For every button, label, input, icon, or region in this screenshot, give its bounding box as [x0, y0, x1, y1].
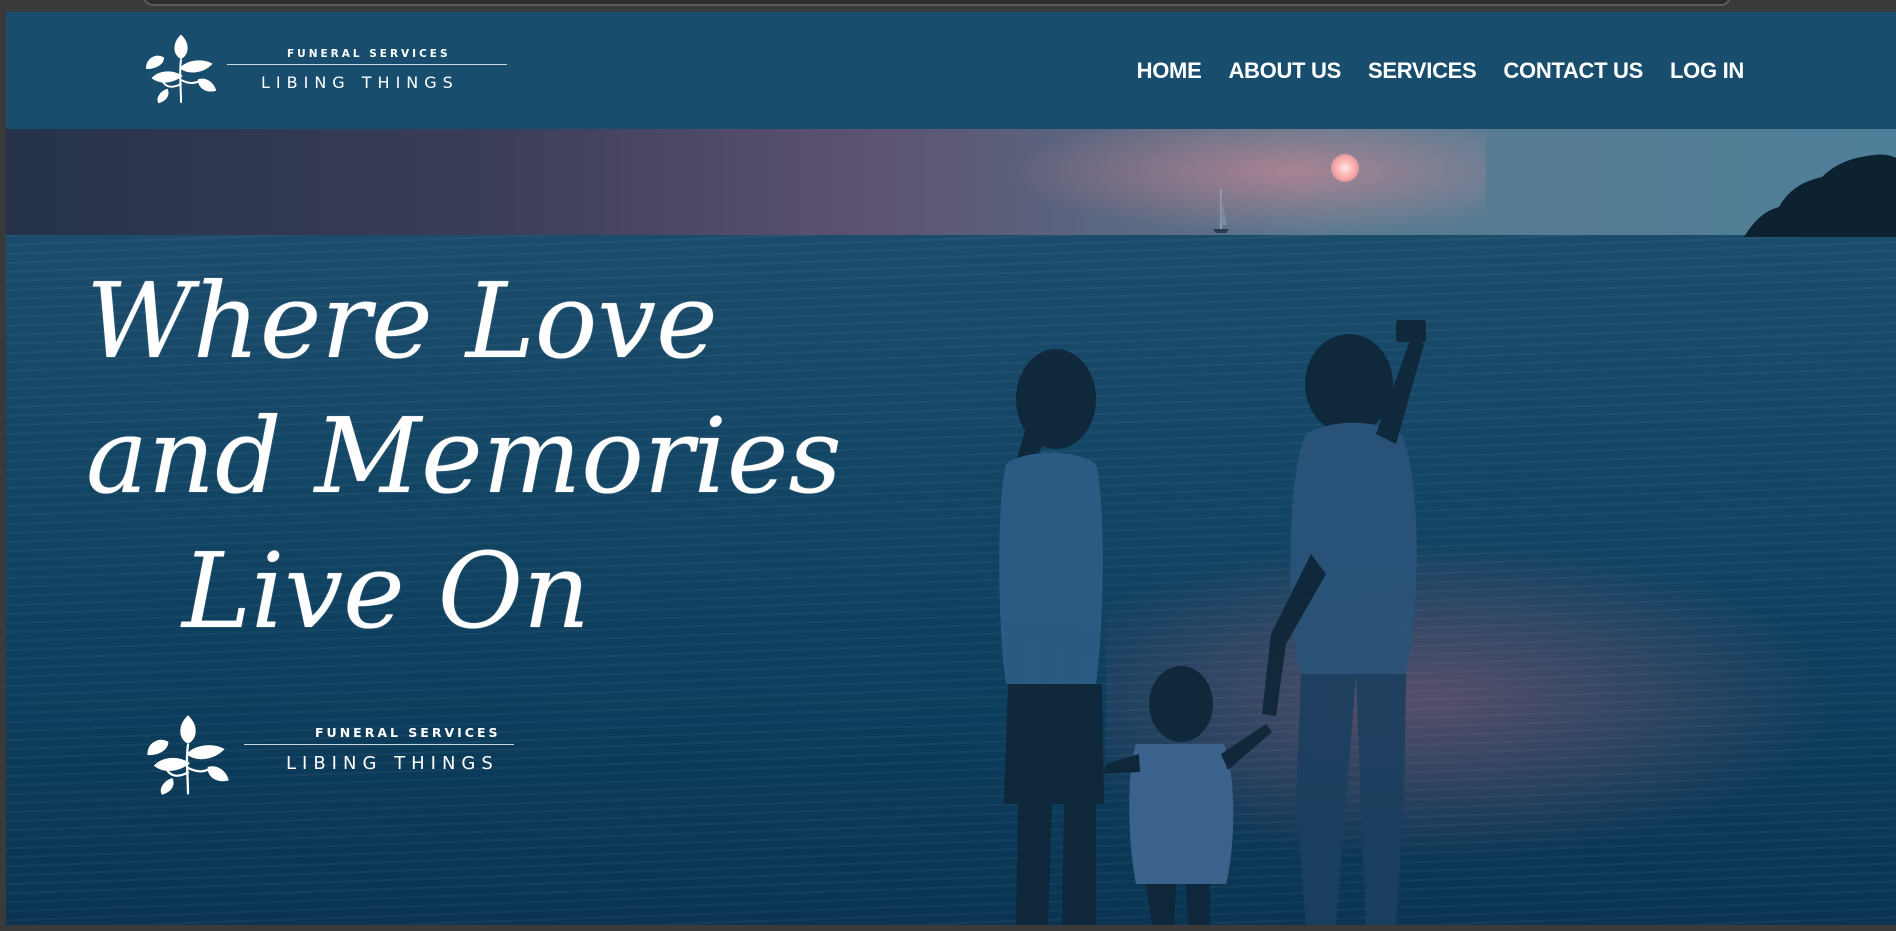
logo-top-text: FUNERAL SERVICES [315, 725, 501, 740]
page-frame: FUNERAL SERVICES LIBING THINGS HOME ABOU… [6, 12, 1896, 925]
sailboat-icon [1213, 189, 1229, 233]
main-nav: HOME ABOUT US SERVICES CONTACT US LOG IN [1137, 58, 1745, 84]
tagline-line-2: and Memories [86, 395, 842, 517]
sky-background [6, 129, 1896, 235]
logo-bottom-text: LIBING THINGS [286, 753, 499, 774]
tagline-line-1: Where Love [86, 260, 718, 382]
nav-log-in-link[interactable]: LOG IN [1670, 58, 1744, 84]
nav-home-link[interactable]: HOME [1137, 58, 1202, 84]
island-silhouette [1744, 154, 1896, 237]
nav-contact-us-link[interactable]: CONTACT US [1503, 58, 1643, 84]
nav-about-us-link[interactable]: ABOUT US [1228, 58, 1341, 84]
leaf-branch-icon [145, 34, 217, 104]
hero-logo: FUNERAL SERVICES LIBING THINGS [144, 712, 594, 802]
hero-tagline: Where Love and Memories Live On [86, 254, 842, 659]
logo-rule [244, 744, 514, 745]
sun-icon [1331, 154, 1359, 182]
hero-section: Where Love and Memories Live On FUNERAL [6, 129, 1896, 925]
tagline-line-3: Live On [182, 530, 590, 652]
logo-rule [227, 64, 507, 65]
family-silhouette-image [999, 320, 1426, 925]
site-header: FUNERAL SERVICES LIBING THINGS HOME ABOU… [6, 12, 1896, 129]
logo-top-text: FUNERAL SERVICES [287, 48, 451, 60]
sky-glow [1006, 129, 1486, 235]
nav-services-link[interactable]: SERVICES [1368, 58, 1477, 84]
browser-top-bar [143, 0, 1731, 6]
leaf-branch-icon [147, 715, 229, 795]
header-logo[interactable]: FUNERAL SERVICES LIBING THINGS [143, 32, 513, 104]
logo-bottom-text: LIBING THINGS [261, 73, 459, 92]
